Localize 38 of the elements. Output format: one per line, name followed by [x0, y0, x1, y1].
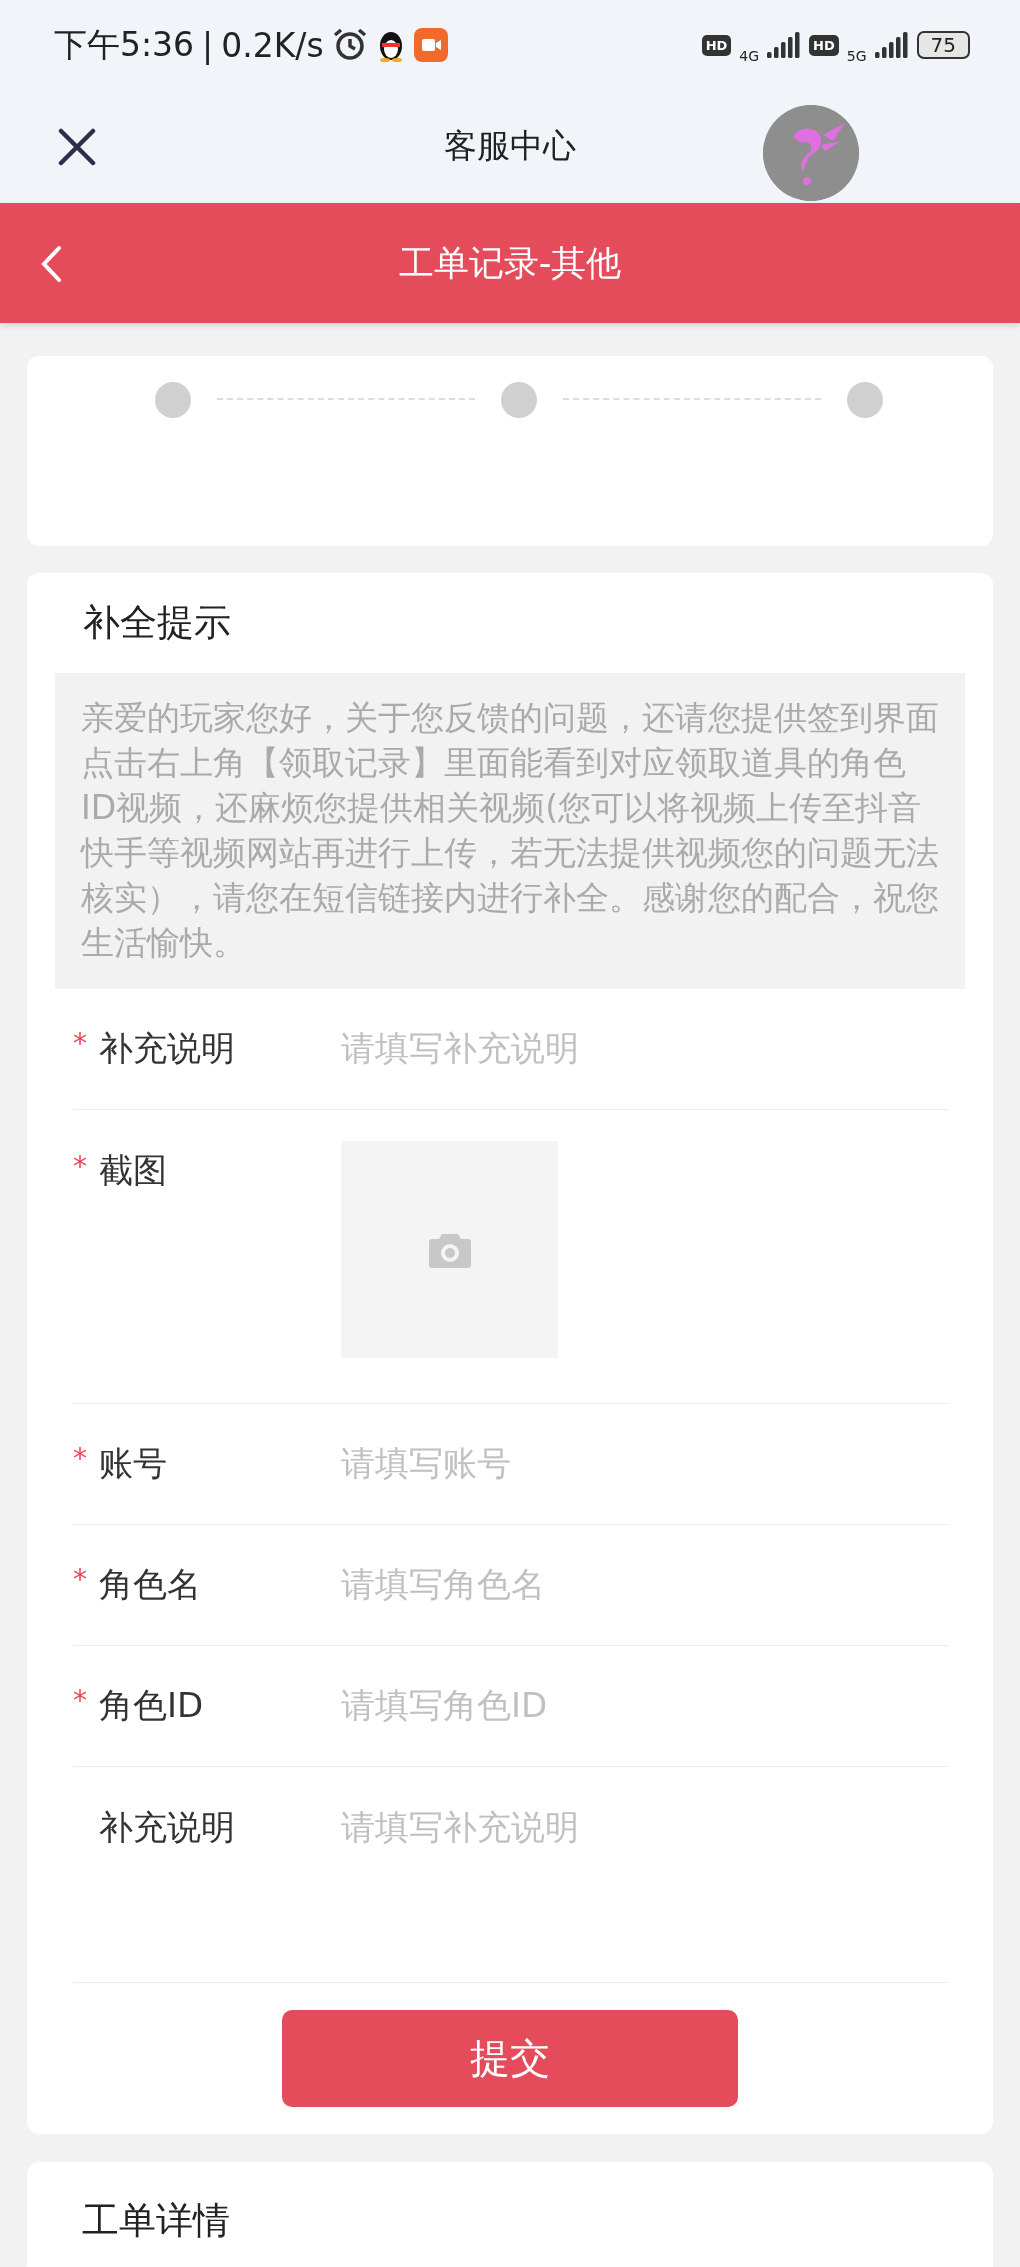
field-label: 角色名 [99, 1563, 202, 1606]
status-time: 下午5:36 [54, 23, 195, 66]
required-mark: * [73, 1150, 87, 1183]
section-title: 补全提示 [82, 600, 232, 646]
nav-title: 客服中心 [444, 125, 576, 167]
required-mark: * [73, 1684, 87, 1717]
field-label: 补充说明 [99, 1806, 236, 1849]
required-mark: * [73, 1563, 87, 1596]
input-field[interactable]: 请填写角色ID [341, 1683, 548, 1729]
input-field[interactable]: 请填写账号 [341, 1441, 511, 1487]
network-type: 5G [846, 48, 867, 64]
back-icon[interactable] [40, 245, 62, 283]
network-type: 4G [739, 48, 760, 64]
signal-icon [874, 32, 909, 58]
camera-icon [428, 1231, 471, 1268]
signal-icon [767, 32, 802, 58]
field-label: 角色ID [99, 1684, 205, 1727]
field-label: 截图 [99, 1149, 168, 1192]
text-area[interactable]: 请填写补充说明 [341, 1805, 579, 1982]
avatar[interactable] [763, 105, 859, 201]
hd-badge: HD [809, 34, 839, 56]
alarm-icon [331, 27, 368, 63]
separator-text: | [202, 25, 214, 65]
notice-text: 亲爱的玩家您好，关于您反馈的问题，还请您提供签到界面点击右上角【领取记录】里面能看到对应领取道具的角色ID视频，还麻烦您提供相关视频(您可以将视频上传至抖音快手等视频网站再进行上传，若无法提供视频您的问题无法核实），请您在短信链接内进行补全。感谢您的配合，祝您生活愉快。 [55, 673, 965, 989]
video-app-icon [413, 28, 448, 62]
hd-badge: HD [701, 34, 732, 56]
required-mark: * [73, 1442, 87, 1475]
submit-button[interactable]: 提交 [282, 2010, 738, 2107]
required-mark: * [73, 1027, 87, 1060]
page-title: 工单记录-其他 [398, 241, 622, 285]
field-label: 补充说明 [99, 1027, 236, 1070]
input-field[interactable]: 请填写角色名 [341, 1562, 545, 1608]
input-field[interactable]: 请填写补充说明 [341, 1026, 579, 1072]
network-speed: 0.2K/s [221, 25, 324, 65]
field-label: 账号 [99, 1442, 168, 1485]
close-icon[interactable] [58, 128, 96, 166]
section-title: 工单详情 [82, 2198, 231, 2244]
battery-level: 75 [916, 31, 970, 59]
